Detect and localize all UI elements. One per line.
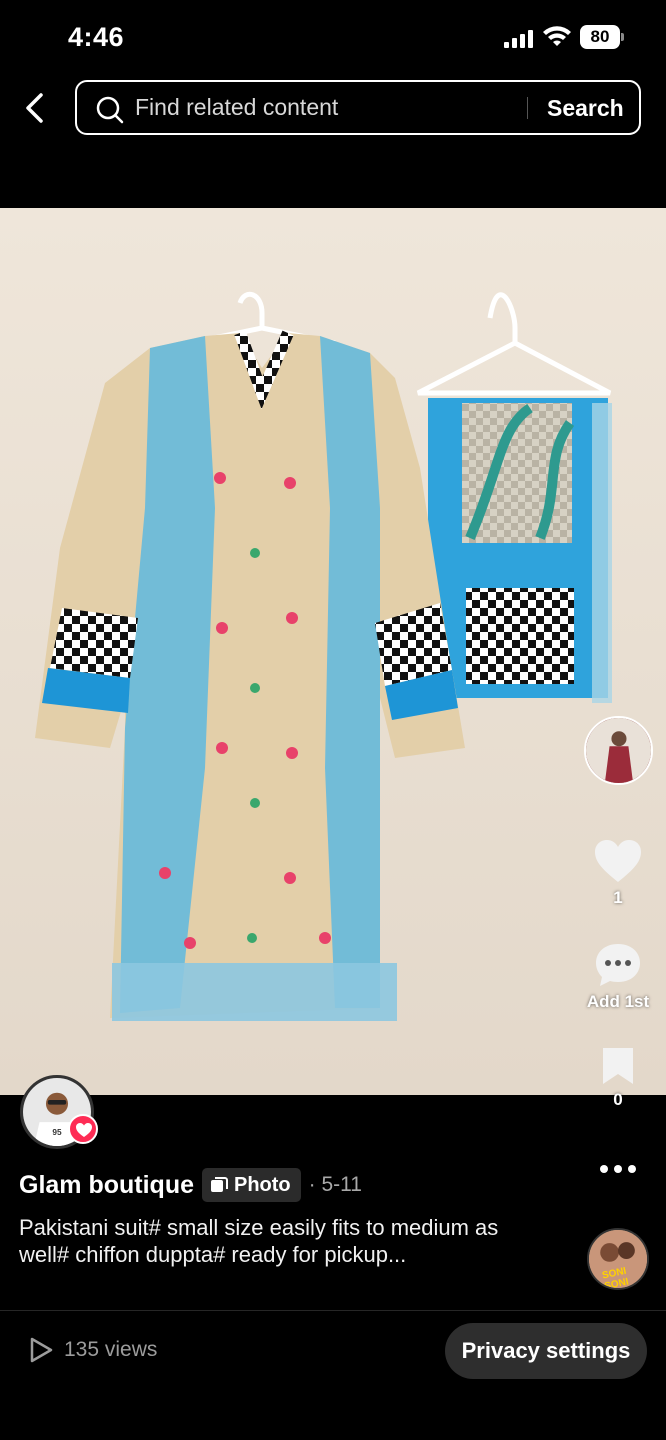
suit-photo-illustration <box>0 208 666 1095</box>
photo-badge-label: Photo <box>234 1173 291 1196</box>
battery-icon: 80 <box>580 25 624 49</box>
comment-count: Add 1st <box>586 992 650 1011</box>
save-count: 0 <box>613 1090 623 1109</box>
save-button[interactable]: 0 <box>578 1046 658 1110</box>
search-icon <box>96 96 124 124</box>
heart-icon <box>76 1123 92 1137</box>
cellular-signal-icon <box>504 30 533 48</box>
author-name[interactable]: Glam boutique <box>19 1171 194 1200</box>
views-count: 135 views <box>28 1336 157 1364</box>
svg-text:95: 95 <box>52 1128 62 1137</box>
status-time: 4:46 <box>68 22 125 52</box>
search-input[interactable] <box>135 82 515 133</box>
battery-level: 80 <box>580 25 620 49</box>
search-button[interactable]: Search <box>547 95 624 122</box>
post-photo[interactable] <box>0 208 666 1095</box>
like-count: 1 <box>613 888 623 907</box>
search-divider <box>527 97 528 119</box>
author-row: Glam boutique Photo · 5-11 <box>19 1168 362 1202</box>
comment-button[interactable]: Add 1st <box>578 942 658 1012</box>
music-disc[interactable]: SONI SONI <box>587 1228 649 1290</box>
post-date: · 5-11 <box>308 1173 362 1196</box>
like-button[interactable]: 1 <box>578 838 658 908</box>
wifi-icon <box>543 26 571 46</box>
play-icon <box>30 1337 53 1363</box>
views-label: 135 views <box>64 1338 158 1361</box>
footer-divider <box>0 1310 666 1311</box>
comment-icon <box>596 944 640 986</box>
search-bar[interactable]: Search <box>75 80 641 135</box>
photo-type-badge: Photo <box>202 1168 301 1202</box>
more-options-icon[interactable] <box>598 1160 638 1178</box>
heart-icon <box>595 840 641 882</box>
follow-heart-badge[interactable] <box>68 1114 98 1144</box>
back-arrow-icon[interactable] <box>22 92 48 124</box>
photo-icon <box>211 1177 228 1192</box>
privacy-settings-button[interactable]: Privacy settings <box>445 1323 647 1379</box>
post-caption[interactable]: Pakistani suit# small size easily fits t… <box>19 1214 539 1268</box>
related-post-avatar[interactable] <box>584 716 653 785</box>
status-bar: 4:46 80 <box>0 0 666 74</box>
bookmark-icon <box>603 1048 633 1084</box>
